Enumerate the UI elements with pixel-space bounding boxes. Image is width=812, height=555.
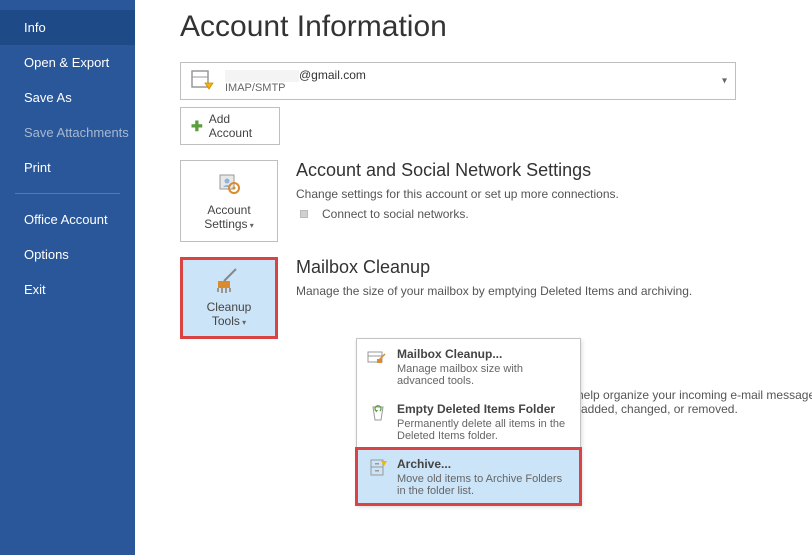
menu-item-title: Empty Deleted Items Folder [397, 402, 570, 416]
menu-item-title: Archive... [397, 457, 570, 471]
section-title: Account and Social Network Settings [296, 160, 619, 181]
sidebar-item-info[interactable]: Info [0, 10, 135, 45]
menu-item-desc: Manage mailbox size with advanced tools. [397, 363, 570, 387]
inbox-icon [189, 69, 215, 93]
section-desc: Change settings for this account or set … [296, 187, 619, 201]
menu-item-empty-deleted[interactable]: Empty Deleted Items Folder Permanently d… [357, 394, 580, 449]
menu-item-desc: Permanently delete all items in the Dele… [397, 418, 570, 442]
recycle-bin-icon [367, 403, 389, 423]
chevron-down-icon: ▾ [722, 76, 727, 87]
menu-item-desc: Move old items to Archive Folders in the… [397, 473, 570, 497]
sidebar-item-open-export[interactable]: Open & Export [0, 45, 135, 80]
tile-label: Settings [204, 217, 247, 231]
user-gear-icon [214, 171, 244, 197]
broom-icon [214, 268, 244, 294]
section-title: Mailbox Cleanup [296, 257, 692, 278]
menu-item-archive[interactable]: Archive... Move old items to Archive Fol… [357, 449, 580, 504]
tile-label: Cleanup [207, 300, 252, 314]
section-desc: Manage the size of your mailbox by empty… [296, 284, 692, 298]
account-protocol: IMAP/SMTP [225, 82, 366, 94]
sidebar-item-save-attachments: Save Attachments [0, 115, 135, 150]
account-selector[interactable]: @gmail.com IMAP/SMTP ▾ [180, 62, 736, 100]
file-cabinet-icon [367, 458, 389, 478]
page-title: Account Information [180, 10, 787, 44]
sidebar-divider [15, 193, 120, 194]
add-account-button[interactable]: ✚ Add Account [180, 107, 280, 145]
account-email: @gmail.com [225, 68, 366, 82]
tile-label: Tools [212, 314, 240, 328]
account-settings-button[interactable]: Account Settings ▾ [180, 160, 278, 242]
sidebar-item-exit[interactable]: Exit [0, 272, 135, 307]
add-account-label: Add Account [209, 112, 269, 140]
sidebar-item-options[interactable]: Options [0, 237, 135, 272]
menu-item-title: Mailbox Cleanup... [397, 347, 570, 361]
cleanup-tools-button[interactable]: Cleanup Tools ▾ [180, 257, 278, 339]
section-mailbox-cleanup: Cleanup Tools ▾ Mailbox Cleanup Manage t… [180, 257, 787, 339]
sidebar-item-print[interactable]: Print [0, 150, 135, 185]
cleanup-tools-menu: Mailbox Cleanup... Manage mailbox size w… [356, 338, 581, 505]
sidebar-item-office-account[interactable]: Office Account [0, 202, 135, 237]
section-desc-partial: o help organize your incoming e-mail mes… [567, 388, 812, 416]
main-content: Account Information @gmail.com IMAP/SMTP… [135, 0, 812, 555]
redacted-email-user [225, 70, 299, 82]
section-account-settings: Account Settings ▾ Account and Social Ne… [180, 160, 787, 242]
menu-item-mailbox-cleanup[interactable]: Mailbox Cleanup... Manage mailbox size w… [357, 339, 580, 394]
sidebar-item-save-as[interactable]: Save As [0, 80, 135, 115]
tile-label: Account [207, 203, 250, 217]
connect-social-link[interactable]: Connect to social networks. [296, 207, 619, 221]
sidebar: Info Open & Export Save As Save Attachme… [0, 0, 135, 555]
plus-icon: ✚ [191, 118, 203, 135]
broom-box-icon [367, 348, 389, 368]
bullet-icon [300, 210, 308, 218]
